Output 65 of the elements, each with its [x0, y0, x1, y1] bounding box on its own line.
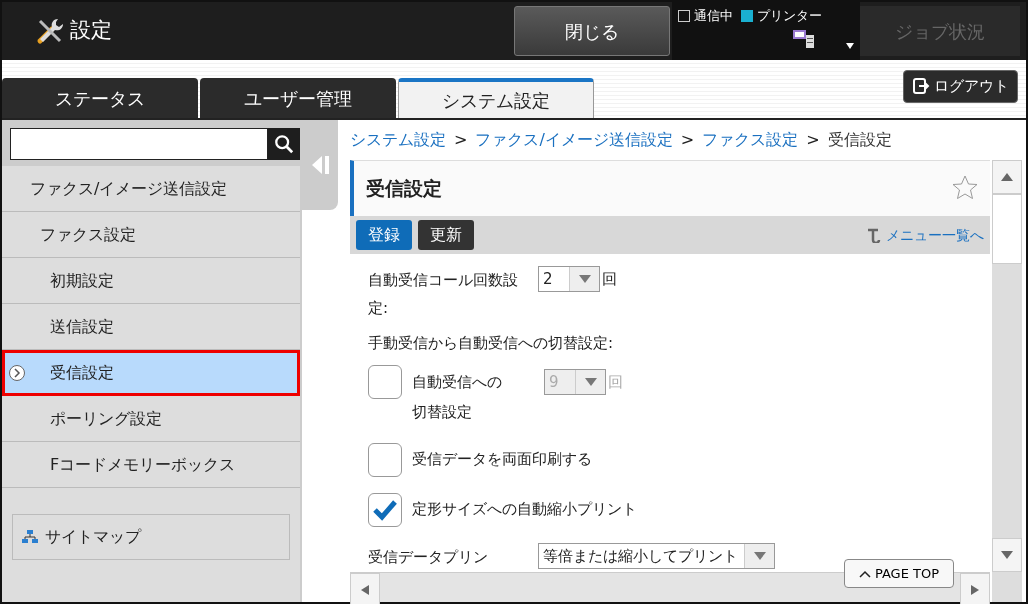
- dropdown[interactable]: 等倍または縮小してプリント: [538, 542, 775, 569]
- arrow-icon: [971, 585, 979, 595]
- tab[interactable]: ユーザー管理: [200, 78, 396, 118]
- caret-icon: [578, 275, 591, 283]
- search-button[interactable]: [268, 128, 300, 160]
- return-icon: [866, 227, 882, 243]
- unit-label: 回: [602, 269, 617, 290]
- chevron-icon: [8, 364, 26, 382]
- collapse-icon: [310, 154, 330, 176]
- logout-button[interactable]: ログアウト: [903, 70, 1018, 103]
- separator: >: [806, 129, 820, 151]
- field-label: 受信データプリン: [368, 546, 489, 568]
- update-button[interactable]: 更新: [418, 220, 474, 250]
- sidebar-item[interactable]: Fコードメモリーボックス: [2, 442, 300, 488]
- close-button[interactable]: 閉じる: [514, 6, 670, 56]
- caret-icon: [753, 551, 766, 560]
- unit-label: 回: [608, 371, 623, 393]
- scroll-right-button[interactable]: [960, 573, 990, 604]
- field-label: 自動受信コール回数設定:: [368, 270, 518, 319]
- checkbox-label: 定形サイズへの自動縮小プリント: [412, 499, 637, 521]
- checkbox[interactable]: [368, 492, 402, 527]
- dropdown[interactable]: 2: [538, 266, 600, 292]
- scroll-down-button[interactable]: [992, 538, 1022, 572]
- page-top-button[interactable]: PAGE TOP: [843, 558, 954, 588]
- search-field[interactable]: [10, 128, 268, 160]
- arrow-icon: [361, 585, 369, 595]
- sidebar-item[interactable]: 初期設定: [2, 258, 300, 304]
- dropdown-icon[interactable]: [846, 43, 854, 50]
- checkmark-icon: [372, 498, 398, 521]
- printer-icon[interactable]: [792, 29, 816, 50]
- arrow-icon: [1001, 551, 1013, 559]
- app-title: 設定: [70, 17, 112, 45]
- sidebar-item[interactable]: ファクス/イメージ送信設定: [2, 166, 300, 212]
- indicator-label: プリンター: [757, 7, 822, 25]
- section-label: 手動受信から自動受信への切替設定:: [368, 333, 614, 354]
- separator: >: [680, 129, 695, 151]
- scroll-up-button[interactable]: [992, 160, 1022, 194]
- sitemap-button[interactable]: サイトマップ: [12, 514, 290, 560]
- scroll-thumb[interactable]: [992, 194, 1022, 264]
- register-button[interactable]: 登録: [356, 220, 412, 250]
- breadcrumb-link[interactable]: ファクス設定: [702, 128, 799, 152]
- sitemap-icon: [21, 529, 39, 545]
- scroll-left-button[interactable]: [350, 573, 380, 604]
- checkbox[interactable]: [368, 442, 402, 477]
- tab[interactable]: ステータス: [2, 78, 198, 118]
- separator: >: [454, 129, 468, 151]
- checkbox-label: 自動受信への切替設定: [412, 371, 503, 423]
- collapse-handle[interactable]: [302, 120, 338, 210]
- page-title: 受信設定: [366, 176, 442, 202]
- sidebar-item[interactable]: ファクス設定: [2, 212, 300, 258]
- breadcrumb-link[interactable]: システム設定: [350, 128, 446, 152]
- breadcrumb-link[interactable]: ファクス/イメージ送信設定: [475, 128, 673, 152]
- tools-icon: [36, 17, 64, 45]
- search-icon: [274, 133, 294, 155]
- sidebar-item[interactable]: 受信設定: [2, 350, 300, 396]
- arrow-icon: [1001, 173, 1013, 181]
- sidebar-item[interactable]: ポーリング設定: [2, 396, 300, 442]
- breadcrumb-current: 受信設定: [827, 129, 892, 151]
- menu-link[interactable]: メニュー一覧へ: [866, 224, 984, 246]
- chevron-up-icon: [858, 570, 871, 578]
- tab[interactable]: システム設定: [398, 78, 594, 118]
- logout-icon: [912, 77, 930, 96]
- caret-icon: [584, 377, 597, 386]
- indicator-label: 通信中: [694, 7, 733, 25]
- checkbox-label: 受信データを両面印刷する: [412, 449, 592, 471]
